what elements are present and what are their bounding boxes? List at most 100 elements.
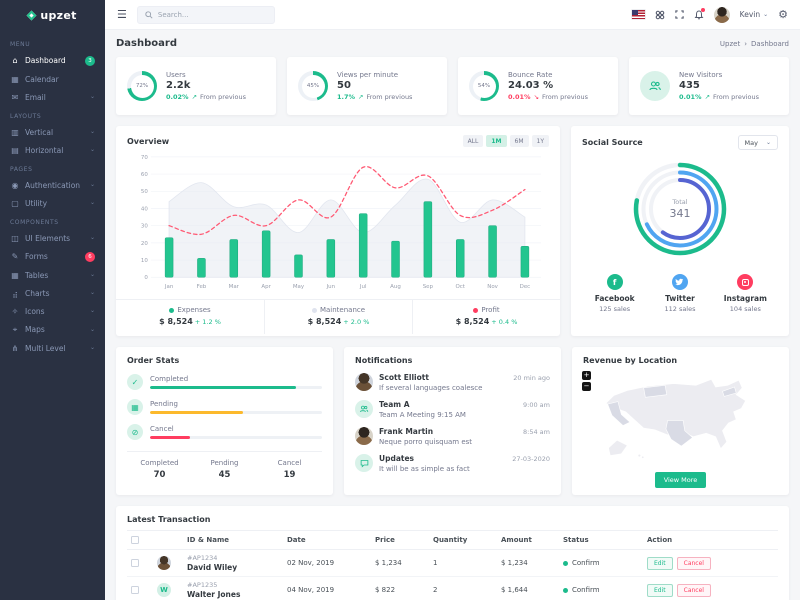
us-map[interactable] xyxy=(583,369,778,465)
chevron-down-icon: ⌄ xyxy=(89,271,95,278)
range-1y-button[interactable]: 1Y xyxy=(531,135,549,147)
legend-expenses: Expenses $ 8,524 + 1.2 % xyxy=(159,306,221,326)
sidebar-item-forms[interactable]: ✎ Forms 6 xyxy=(0,247,105,266)
sidebar-item-tables[interactable]: ▦ Tables ⌄ xyxy=(0,266,105,284)
svg-text:Jan: Jan xyxy=(164,284,173,290)
menu-toggle-icon[interactable]: ☰ xyxy=(117,9,127,20)
col-action[interactable]: Action xyxy=(643,530,778,550)
map-zoom-out-button[interactable]: − xyxy=(582,382,591,391)
cancel-button[interactable]: Cancel xyxy=(676,583,711,597)
shield-icon: ◉ xyxy=(11,180,19,190)
sidebar-item-email[interactable]: ✉ Email ⌄ xyxy=(0,88,105,106)
box-icon: ◫ xyxy=(11,233,19,243)
sidebar-item-horizontal[interactable]: ▤ Horizontal ⌄ xyxy=(0,141,105,159)
trend-arrow-icon: ↘ xyxy=(533,93,540,101)
sidebar-item-ui-elements[interactable]: ◫ UI Elements ⌄ xyxy=(0,229,105,247)
twitter-icon[interactable] xyxy=(671,274,688,290)
notification-item[interactable]: Team A 9:00 am Team A Meeting 9:15 AM xyxy=(355,400,550,419)
settings-gear-icon[interactable]: ⚙ xyxy=(778,8,788,21)
breadcrumb-root[interactable]: Upzet xyxy=(720,40,740,48)
brand-logo-icon xyxy=(26,10,37,20)
svg-text:Jun: Jun xyxy=(326,284,336,290)
range-buttons: ALL 1M 6M 1Y xyxy=(462,135,549,147)
view-more-button[interactable]: View More xyxy=(654,472,707,488)
sidebar-item-multi-level[interactable]: ⋔ Multi Level ⌄ xyxy=(0,339,105,357)
col-status[interactable]: Status xyxy=(559,530,643,550)
col-price[interactable]: Price xyxy=(371,530,429,550)
language-flag-icon[interactable] xyxy=(631,10,645,19)
col-amount[interactable]: Amount xyxy=(497,530,559,550)
stat-card-users: 72% Users 2.2k 0.02% ↗ From previous xyxy=(116,57,276,115)
share-icon: ⋔ xyxy=(11,343,19,353)
sidebar-nav: Menu ⌂ Dashboard 3 ▦ Calendar ✉ Email ⌄ … xyxy=(0,30,105,357)
range-all-button[interactable]: ALL xyxy=(462,135,484,147)
notification-item[interactable]: Updates 27-03-2020 It will be as simple a… xyxy=(355,454,550,473)
order-stat-cancel: ⊘ Cancel xyxy=(127,424,322,440)
notifications-bell-icon[interactable] xyxy=(694,7,705,20)
avatar: W xyxy=(157,583,171,597)
progress-track xyxy=(150,411,322,414)
period-select[interactable]: May ⌄ xyxy=(737,135,778,150)
col-date[interactable]: Date xyxy=(283,530,371,550)
facebook-icon[interactable]: f xyxy=(606,274,623,290)
brand-name: upzet xyxy=(40,8,77,22)
apps-grid-icon[interactable] xyxy=(655,10,665,20)
order-stats-card: Order Stats ✓ Completed ▦ Pending ⊘ Canc… xyxy=(116,347,333,495)
sidebar-item-maps[interactable]: ⌖ Maps ⌄ xyxy=(0,320,105,339)
breadcrumb: Upzet › Dashboard xyxy=(720,40,789,48)
select-all-checkbox[interactable] xyxy=(131,536,139,544)
row-checkbox[interactable] xyxy=(131,559,139,567)
legend-maintenance: Maintenance $ 8,524 + 2.0 % xyxy=(264,300,412,334)
chevron-down-icon: ⌄ xyxy=(89,344,95,351)
donut-total-label: Total xyxy=(672,198,688,206)
notification-item[interactable]: Scott Elliott 20 min ago If several langu… xyxy=(355,373,550,392)
check-circle-icon: ✓ xyxy=(127,374,143,390)
sidebar-item-vertical[interactable]: ▥ Vertical ⌄ xyxy=(0,123,105,141)
svg-text:Aug: Aug xyxy=(390,284,401,290)
sidebar-item-authentication[interactable]: ◉ Authentication ⌄ xyxy=(0,176,105,194)
revenue-title: Revenue by Location xyxy=(583,356,678,365)
brand-logo[interactable]: upzet xyxy=(0,0,105,30)
col-quantity[interactable]: Quantity xyxy=(429,530,497,550)
sidebar-item-calendar[interactable]: ▦ Calendar xyxy=(0,70,105,88)
legend-dot xyxy=(473,307,479,313)
stat-label: Bounce Rate xyxy=(508,71,553,79)
order-stat-completed: ✓ Completed xyxy=(127,374,322,390)
trend-arrow-icon: ↗ xyxy=(704,93,711,101)
stat-card-visitors: New Visitors 435 0.01% ↗ From previous xyxy=(629,57,789,115)
instagram-icon[interactable] xyxy=(737,274,754,290)
user-menu[interactable]: Kevin ⌄ xyxy=(740,10,768,19)
notification-item[interactable]: Frank Martin 8:54 am Neque porro quisquam… xyxy=(355,427,550,446)
row-checkbox[interactable] xyxy=(131,586,139,594)
trend-arrow-icon: ↗ xyxy=(191,93,198,101)
sidebar-item-dashboard[interactable]: ⌂ Dashboard 3 xyxy=(0,51,105,70)
svg-text:50: 50 xyxy=(141,189,148,195)
user-avatar[interactable] xyxy=(713,6,730,23)
legend-dot xyxy=(169,307,175,313)
stat-card-views: 45% Views per minute 50 1.7% ↗ From previo… xyxy=(287,57,447,115)
search-input[interactable]: Search... xyxy=(136,5,275,24)
progress-fill xyxy=(150,411,243,414)
chevron-down-icon: ⌄ xyxy=(89,146,95,153)
edit-button[interactable]: Edit xyxy=(647,583,673,597)
sidebar-item-icons[interactable]: ✧ Icons ⌄ xyxy=(0,302,105,320)
cancel-button[interactable]: Cancel xyxy=(676,556,711,570)
stat-value: 2.2k xyxy=(166,80,191,91)
team-icon xyxy=(355,400,373,418)
status-dot xyxy=(563,587,568,593)
svg-text:Apr: Apr xyxy=(261,284,271,290)
range-6m-button[interactable]: 6M xyxy=(509,135,529,147)
sidebar-item-utility[interactable]: ▢ Utility ⌄ xyxy=(0,194,105,212)
notifications-card: Notifications Scott Elliott 20 min ago If… xyxy=(344,347,561,495)
topbar: ☰ Search... Kevin ⌄ ⚙ xyxy=(105,0,800,30)
main-content: Dashboard Upzet › Dashboard 72% Users 2.… xyxy=(105,30,800,600)
sidebar-item-charts[interactable]: ⣴ Charts ⌄ xyxy=(0,284,105,302)
edit-button[interactable]: Edit xyxy=(647,556,673,570)
notifications-title: Notifications xyxy=(355,356,413,365)
map-zoom-in-button[interactable]: + xyxy=(582,371,591,380)
col-id-name[interactable]: ID & Name xyxy=(183,530,283,550)
range-1m-button[interactable]: 1M xyxy=(486,135,507,147)
stat-label: Users xyxy=(166,71,186,79)
fullscreen-icon[interactable] xyxy=(674,10,684,19)
calendar-check-icon: ▦ xyxy=(127,399,143,415)
